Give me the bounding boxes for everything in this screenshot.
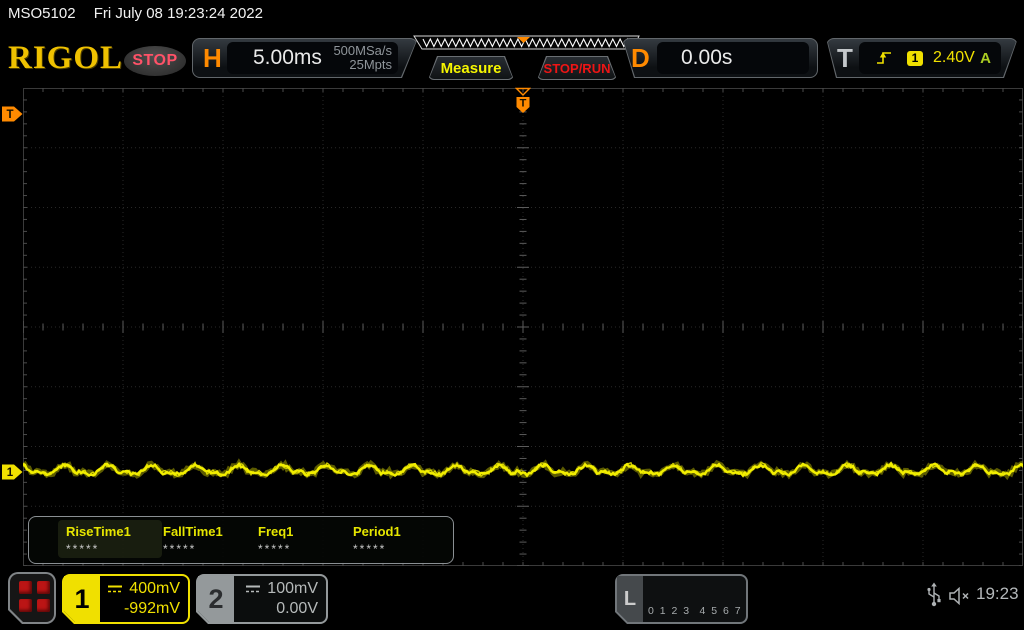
measurement-item-freq[interactable]: Freq1 ***** xyxy=(258,524,353,556)
channel1-scale: 400mV xyxy=(129,580,180,597)
trigger-readout: 1 2.40V A xyxy=(859,42,1001,74)
trigger-level-marker[interactable]: T xyxy=(1,105,24,128)
usb-icon xyxy=(927,582,941,607)
rising-edge-icon xyxy=(875,50,893,66)
measurement-item-falltime[interactable]: FallTime1 ***** xyxy=(163,524,258,556)
channel2-offset: 0.00V xyxy=(276,600,318,617)
acquisition-rates: 500MSa/s 25Mpts xyxy=(333,44,392,72)
stop-run-button-label: STOP/RUN xyxy=(543,60,611,76)
oscilloscope-screen: MSO5102 Fri July 08 19:23:24 2022 RIGOL … xyxy=(0,0,1024,630)
speaker-muted-icon xyxy=(949,587,969,605)
horizontal-panel[interactable]: H 5.00ms 500MSa/s 25Mpts xyxy=(192,38,418,78)
measurement-panel: RiseTime1 ***** FallTime1 ***** Freq1 **… xyxy=(28,516,454,564)
channel1-waveform xyxy=(23,458,1023,481)
horizontal-label: H xyxy=(203,43,222,73)
timebase-value: 5.00ms xyxy=(253,46,322,69)
channel1-number: 1 xyxy=(64,576,100,622)
svg-text:1: 1 xyxy=(7,467,14,479)
channel1-offset: -992mV xyxy=(123,600,180,617)
datetime-label: Fri July 08 19:23:24 2022 xyxy=(93,5,263,22)
channel2-scale: 100mV xyxy=(267,580,318,597)
rigol-logo: RIGOL xyxy=(8,40,124,76)
logic-channels-box[interactable]: L 0 1 2 3 4 5 6 7 8 9 10 11 12 13 14 15 xyxy=(615,574,748,624)
waveform-memory-preview[interactable] xyxy=(406,35,646,52)
delay-panel[interactable]: D 0.00s xyxy=(622,38,818,78)
svg-text:T: T xyxy=(520,98,527,110)
delay-readout: 0.00s xyxy=(657,42,809,74)
trigger-position-marker[interactable]: T xyxy=(514,87,532,120)
channel1-box[interactable]: 1 400mV -992mV xyxy=(62,574,190,624)
delay-label: D xyxy=(631,43,650,73)
trigger-mode: A xyxy=(980,49,991,67)
sample-rate: 500MSa/s xyxy=(333,43,392,58)
trigger-label: T xyxy=(837,43,853,73)
channel1-position-marker[interactable]: 1 xyxy=(1,463,24,486)
measure-button[interactable]: Measure xyxy=(428,56,514,80)
trigger-level-value: 2.40V xyxy=(933,49,975,66)
acquisition-status-badge: STOP xyxy=(124,46,186,76)
logic-channel-numbers: 0 1 2 3 4 5 6 7 8 9 10 11 12 13 14 15 xyxy=(648,605,743,617)
titlebar: MSO5102 Fri July 08 19:23:24 2022 xyxy=(8,5,263,27)
clock: 19:23 xyxy=(976,584,1019,603)
logic-label: L xyxy=(617,576,643,622)
measurement-item-risetime[interactable]: RiseTime1 ***** xyxy=(66,524,161,556)
graticule xyxy=(23,88,1023,566)
channel2-box[interactable]: 2 100mV 0.00V xyxy=(196,574,328,624)
memory-preview-zigzag xyxy=(413,35,640,50)
menu-button[interactable] xyxy=(8,572,56,624)
measurement-item-period[interactable]: Period1 ***** xyxy=(353,524,448,556)
trigger-source-badge: 1 xyxy=(907,51,923,66)
stop-run-button[interactable]: STOP/RUN xyxy=(537,56,617,80)
menu-grid-icon xyxy=(10,574,54,622)
memory-depth: 25Mpts xyxy=(349,57,392,72)
dc-coupling-icon xyxy=(106,584,124,594)
model-label: MSO5102 xyxy=(8,5,76,22)
delay-value: 0.00s xyxy=(681,46,733,69)
measure-button-label: Measure xyxy=(440,59,502,77)
dc-coupling-icon xyxy=(244,584,262,594)
horizontal-readout: 5.00ms 500MSa/s 25Mpts xyxy=(227,42,398,74)
channel2-number: 2 xyxy=(198,576,234,622)
svg-text:T: T xyxy=(6,109,13,121)
trigger-panel[interactable]: T 1 2.40V A xyxy=(826,38,1018,78)
